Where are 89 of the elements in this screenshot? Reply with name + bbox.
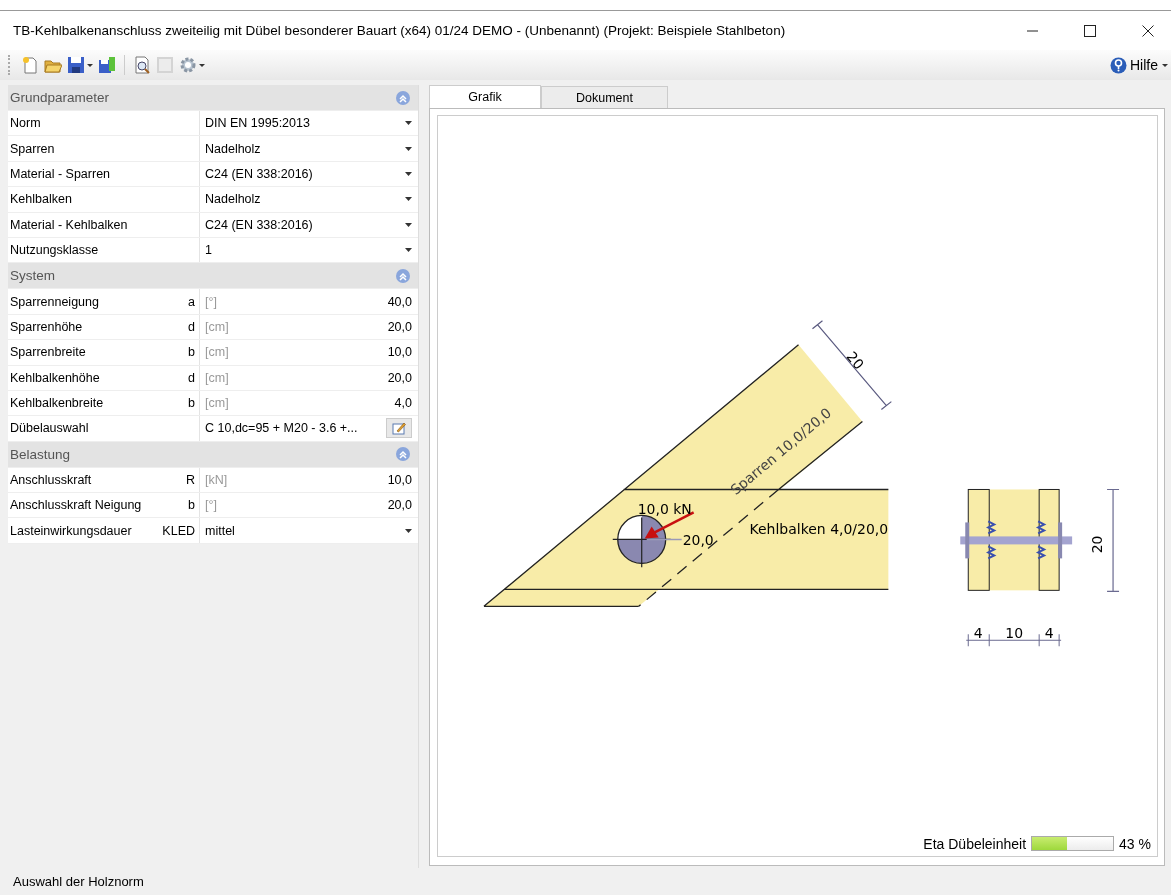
- caret-icon: [405, 528, 412, 533]
- edit-icon: [392, 421, 406, 436]
- unit-label: [cm]: [205, 396, 229, 411]
- unit-label: [cm]: [205, 319, 229, 334]
- caret-icon: [405, 171, 412, 176]
- caret-icon: [405, 146, 412, 151]
- save-icon[interactable]: [67, 56, 93, 74]
- property-symbol: KLED: [162, 523, 195, 538]
- dropdown-field[interactable]: DIN EN 1995:2013: [205, 111, 412, 136]
- edit-button[interactable]: [386, 418, 412, 439]
- close-icon: [1142, 24, 1154, 37]
- dimension-label: 20: [843, 348, 868, 373]
- property-label: Lasteinwirkungsdauer: [10, 523, 132, 538]
- dimension-label: 10: [1005, 625, 1024, 642]
- caret-icon: [405, 197, 412, 202]
- status-text: Auswahl der Holznorm: [13, 874, 144, 889]
- value-text: C 10,dc=95 + M20 - 3.6 +...: [205, 421, 358, 436]
- property-symbol: b: [188, 396, 195, 411]
- property-label: Dübelauswahl: [10, 421, 89, 436]
- value-field[interactable]: 20,0: [387, 319, 412, 334]
- property-label: Norm: [10, 116, 41, 131]
- help-button[interactable]: Hilfe: [1110, 56, 1169, 74]
- caret-icon: [405, 121, 412, 126]
- section-header[interactable]: System: [8, 263, 418, 290]
- property-symbol: b: [188, 345, 195, 360]
- angle-label: 20,0: [682, 532, 714, 549]
- value-field[interactable]: 20,0: [387, 370, 412, 385]
- dropdown-field[interactable]: C24 (EN 338:2016): [205, 161, 412, 187]
- property-label: Material - Sparren: [10, 166, 111, 181]
- section-title: Grundparameter: [10, 90, 110, 105]
- dropdown-field[interactable]: 1: [205, 237, 412, 263]
- dropdown-field[interactable]: Nadelholz: [205, 136, 412, 161]
- section-header[interactable]: Grundparameter: [8, 85, 418, 111]
- tab[interactable]: Grafik: [429, 85, 541, 108]
- property-symbol: d: [188, 370, 195, 385]
- property-label: Kehlbalkenhöhe: [10, 370, 100, 385]
- save-as-icon[interactable]: [98, 56, 116, 74]
- property-label: Kehlbalkenbreite: [10, 396, 104, 411]
- dropdown-field[interactable]: Nadelholz: [205, 187, 412, 212]
- property-label: Anschlusskraft: [10, 472, 92, 487]
- property-symbol: R: [185, 472, 195, 487]
- dimension-label: 20: [1089, 535, 1106, 554]
- meter-reading: 43 %: [1119, 835, 1151, 852]
- new-file-icon[interactable]: [21, 56, 39, 74]
- collapse-icon[interactable]: [396, 447, 410, 462]
- property-label: Sparren: [10, 141, 55, 156]
- force-label: 10,0 kN: [637, 501, 692, 518]
- unit-label: [cm]: [205, 345, 229, 360]
- value-field[interactable]: 10,0: [387, 345, 412, 360]
- collapse-icon[interactable]: [396, 90, 410, 105]
- caret-icon: [405, 248, 412, 253]
- unit-label: [°]: [205, 498, 217, 513]
- help-icon: [1110, 56, 1127, 74]
- tab[interactable]: Dokument: [541, 86, 668, 108]
- property-label: Nutzungsklasse: [10, 243, 99, 258]
- property-label: Anschlusskraft Neigung: [10, 498, 142, 513]
- property-symbol: a: [188, 294, 195, 309]
- property-label: Sparrenbreite: [10, 345, 86, 360]
- unit-label: [cm]: [205, 370, 229, 385]
- property-label: Sparrenhöhe: [10, 319, 83, 334]
- caret-icon: [1161, 61, 1169, 69]
- caret-icon: [405, 222, 412, 227]
- unit-label: [kN]: [205, 472, 228, 487]
- maximize-icon: [1084, 24, 1096, 37]
- section-header[interactable]: Belastung: [8, 441, 418, 468]
- property-label: Sparrenneigung: [10, 294, 99, 309]
- meter-label: Eta Dübeleinheit: [923, 835, 1027, 852]
- property-label: Material - Kehlbalken: [10, 217, 128, 232]
- gear-icon[interactable]: [179, 56, 205, 74]
- property-symbol: d: [188, 319, 195, 334]
- dropdown-field[interactable]: C24 (EN 338:2016): [205, 212, 412, 237]
- collapse-icon[interactable]: [396, 268, 410, 283]
- section-title: System: [10, 268, 55, 284]
- value-field[interactable]: 10,0: [387, 472, 412, 487]
- property-symbol: b: [188, 498, 195, 513]
- dimension-label: 4: [973, 625, 983, 642]
- dropdown-field[interactable]: mittel: [205, 518, 412, 543]
- print-preview-icon[interactable]: [133, 56, 151, 74]
- dimension-label: 4: [1044, 625, 1054, 642]
- unit-label: [°]: [205, 294, 217, 309]
- property-label: Kehlbalken: [10, 192, 72, 207]
- value-field[interactable]: 40,0: [387, 294, 412, 309]
- value-field[interactable]: 20,0: [387, 498, 412, 513]
- minimize-icon: [1026, 29, 1038, 32]
- window-title: TB-Kehlbalkenanschluss zweiteilig mit Dübel besonderer Bauart (x64) 01/24 DEMO - (Unbenannt) (Projekt: Beispiele Stahlbeton): [13, 23, 787, 38]
- value-field[interactable]: 4,0: [394, 396, 412, 411]
- angle-line: [645, 538, 683, 541]
- section-title: Belastung: [10, 446, 71, 462]
- beam-label: Kehlbalken 4,0/20,0: [749, 521, 889, 538]
